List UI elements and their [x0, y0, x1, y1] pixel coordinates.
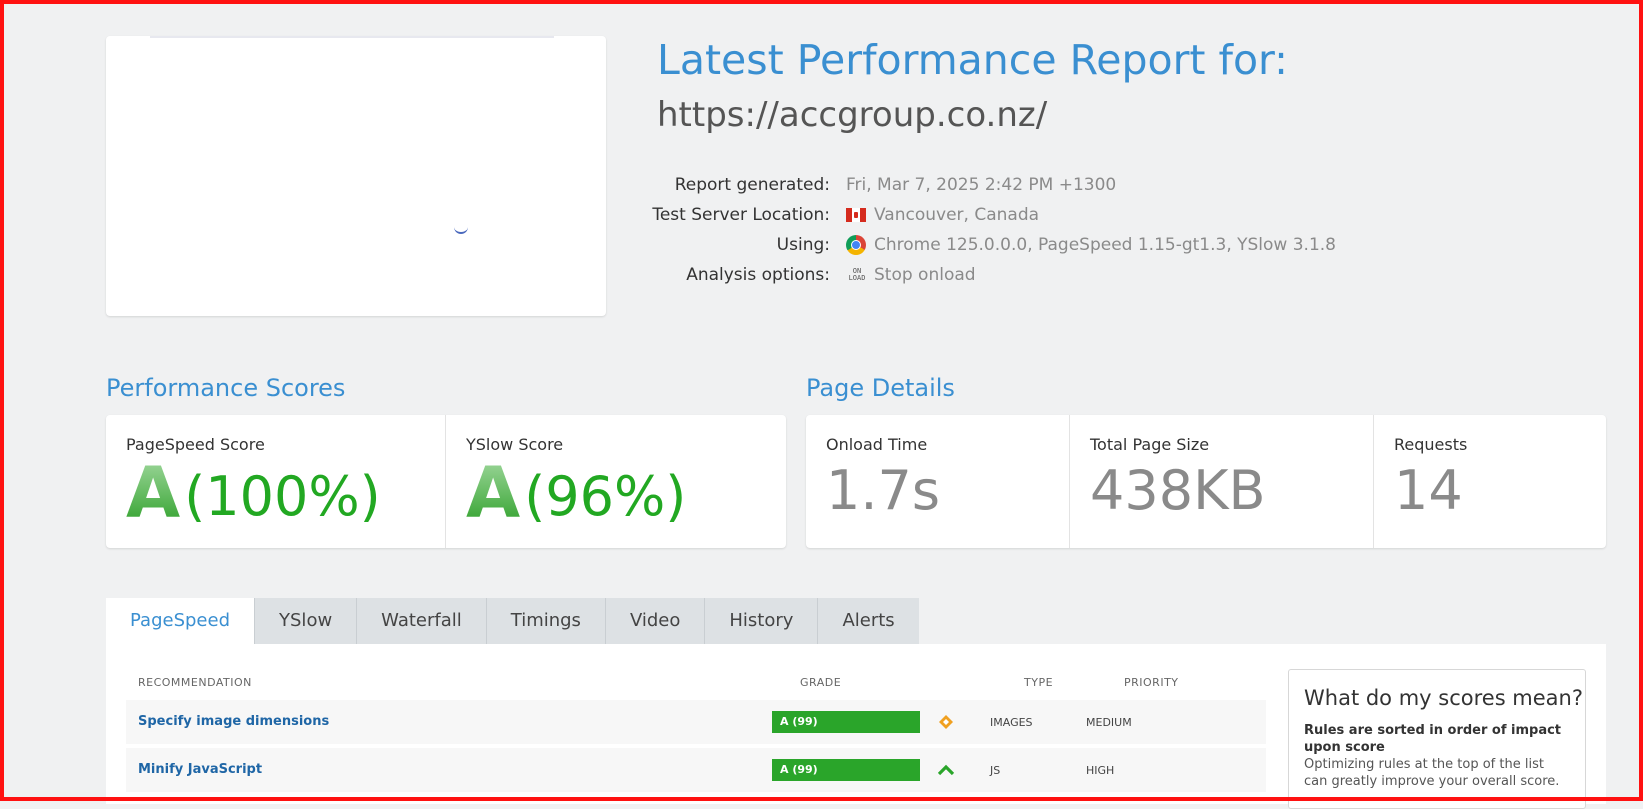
tab-yslow[interactable]: YSlow — [255, 598, 358, 644]
page-screenshot-preview — [106, 36, 606, 316]
page-size-label: Total Page Size — [1090, 435, 1210, 454]
score-box-body: Optimizing rules at the top of the list … — [1304, 757, 1560, 789]
pagespeed-score-cell: PageSpeed Score A (100%) — [106, 415, 446, 548]
tab-waterfall[interactable]: Waterfall — [357, 598, 487, 644]
meta-value: Chrome 125.0.0.0, PageSpeed 1.15-gt1.3, … — [846, 235, 1336, 255]
canada-flag-icon — [846, 208, 866, 222]
yslow-score-cell: YSlow Score A (96%) — [446, 415, 786, 548]
meta-label: Report generated: — [674, 175, 830, 195]
page-size-cell: Total Page Size 438KB — [1070, 415, 1374, 548]
meta-row-location: Test Server Location: Vancouver, Canada — [640, 200, 1336, 230]
report-meta: Report generated: Fri, Mar 7, 2025 2:42 … — [640, 170, 1336, 290]
preview-top-line — [150, 36, 554, 38]
yslow-grade-line: A (96%) — [466, 458, 786, 528]
grade-bar: A (99) — [772, 711, 920, 733]
recommendation-link[interactable]: Specify image dimensions — [138, 714, 329, 729]
yslow-grade: A — [466, 452, 521, 534]
tab-history[interactable]: History — [705, 598, 819, 644]
table-row[interactable]: Specify image dimensions A (99) IMAGES M… — [126, 700, 1266, 744]
report-title: Latest Performance Report for: — [657, 36, 1288, 84]
type-value: IMAGES — [990, 716, 1033, 729]
diamond-icon — [939, 715, 953, 729]
table-row[interactable]: Minify JavaScript A (99) JS HIGH — [126, 748, 1266, 792]
loading-spinner-icon — [454, 222, 468, 234]
pagespeed-grade-line: A (100%) — [126, 458, 445, 528]
tab-timings[interactable]: Timings — [486, 598, 606, 644]
page-size-value: 438KB — [1090, 459, 1266, 522]
page-details-title: Page Details — [806, 374, 955, 402]
chevron-up-icon — [938, 764, 954, 776]
onload-time-cell: Onload Time 1.7s — [806, 415, 1070, 548]
chrome-icon — [846, 235, 866, 255]
meta-value: Fri, Mar 7, 2025 2:42 PM +1300 — [846, 175, 1117, 195]
column-header-recommendation: RECOMMENDATION — [138, 676, 252, 689]
priority-value: HIGH — [1086, 764, 1115, 777]
tab-video[interactable]: Video — [605, 598, 706, 644]
onload-time-value: 1.7s — [826, 459, 941, 522]
meta-row-analysis: Analysis options: ON LOAD Stop onload — [640, 260, 1336, 290]
score-box-title: What do my scores mean? — [1304, 686, 1584, 710]
pagespeed-percent: (100%) — [184, 465, 381, 528]
meta-row-generated: Report generated: Fri, Mar 7, 2025 2:42 … — [640, 170, 1336, 200]
requests-cell: Requests 14 — [1374, 415, 1606, 548]
grade-bar: A (99) — [772, 759, 920, 781]
onload-time-label: Onload Time — [826, 435, 928, 454]
performance-scores-title: Performance Scores — [106, 374, 346, 402]
meta-label: Using: — [776, 235, 830, 255]
type-value: JS — [990, 764, 1001, 777]
pagespeed-grade: A — [126, 452, 181, 534]
meta-value: ON LOAD Stop onload — [846, 265, 976, 285]
performance-scores-card: PageSpeed Score A (100%) YSlow Score A (… — [106, 415, 786, 548]
tab-alerts[interactable]: Alerts — [818, 598, 919, 644]
column-header-priority: PRIORITY — [1124, 676, 1179, 689]
column-header-grade: GRADE — [800, 676, 842, 689]
onload-icon: ON LOAD — [848, 267, 866, 282]
page-details-card: Onload Time 1.7s Total Page Size 438KB R… — [806, 415, 1606, 548]
meta-label: Test Server Location: — [652, 205, 830, 225]
report-url: https://accgroup.co.nz/ — [657, 95, 1048, 135]
requests-label: Requests — [1394, 435, 1468, 454]
column-header-type: TYPE — [1024, 676, 1054, 689]
meta-value: Vancouver, Canada — [846, 205, 1039, 225]
recommendation-link[interactable]: Minify JavaScript — [138, 762, 262, 777]
requests-value: 14 — [1394, 459, 1463, 522]
report-tabs: PageSpeed YSlow Waterfall Timings Video … — [106, 598, 919, 644]
yslow-percent: (96%) — [524, 465, 687, 528]
score-box-subtitle: Rules are sorted in order of impact upon… — [1304, 723, 1562, 755]
score-explanation-box: What do my scores mean? Rules are sorted… — [1288, 669, 1586, 809]
meta-label: Analysis options: — [686, 265, 830, 285]
priority-value: MEDIUM — [1086, 716, 1132, 729]
tab-pagespeed[interactable]: PageSpeed — [106, 598, 256, 644]
meta-row-using: Using: Chrome 125.0.0.0, PageSpeed 1.15-… — [640, 230, 1336, 260]
